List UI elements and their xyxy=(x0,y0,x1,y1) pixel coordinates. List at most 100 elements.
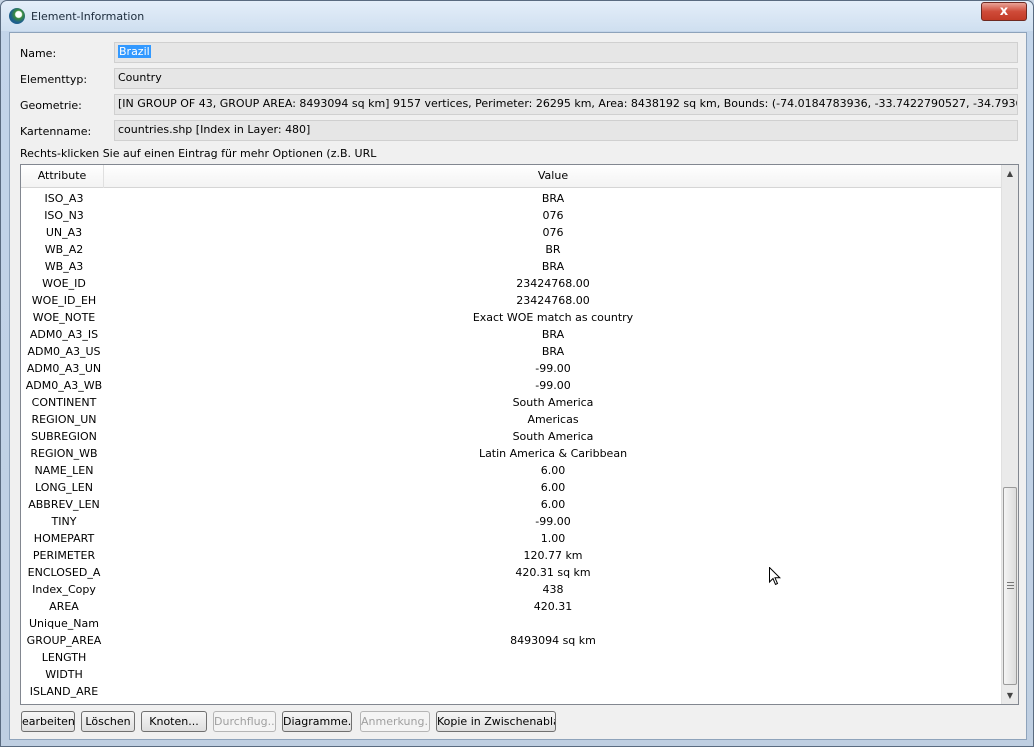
nodes-button[interactable]: Knoten... xyxy=(141,711,207,732)
attribute-cell: LENGTH xyxy=(41,651,87,664)
table-row[interactable]: ISO_N3 076 xyxy=(21,207,1001,224)
element-type-field[interactable]: Country xyxy=(114,68,1018,89)
delete-button[interactable]: Löschen xyxy=(81,711,135,732)
geometry-field[interactable]: [IN GROUP OF 43, GROUP AREA: 8493094 sq … xyxy=(114,94,1018,115)
map-name-label: Kartenname: xyxy=(20,125,92,138)
value-cell: BRA xyxy=(541,192,565,205)
attribute-cell: ADM0_A3_IS xyxy=(29,328,99,341)
attribute-cell: GROUP_AREA xyxy=(26,634,102,647)
table-row[interactable]: CONTINENT South America xyxy=(21,394,1001,411)
attribute-cell: CONTINENT xyxy=(31,396,97,409)
table-row[interactable]: HOMEPART 1.00 xyxy=(21,530,1001,547)
attribute-cell: WIDTH xyxy=(45,668,83,681)
table-header: Attribute Value xyxy=(21,165,1001,188)
close-glyph: x xyxy=(999,4,1009,19)
note-button[interactable]: Anmerkung... xyxy=(360,711,430,732)
attribute-cell: REGION_WB xyxy=(30,447,98,460)
value-cell: -99.00 xyxy=(535,379,571,392)
table-row[interactable]: ENCLOSED_A 420.31 sq km xyxy=(21,564,1001,581)
table-row[interactable]: ABBREV_LEN 6.00 xyxy=(21,496,1001,513)
scroll-down-arrow-icon[interactable]: ▼ xyxy=(1002,687,1018,704)
flythrough-button[interactable]: Durchflug... xyxy=(213,711,276,732)
table-row[interactable]: UN_A3 076 xyxy=(21,224,1001,241)
attribute-cell: PERIMETER xyxy=(32,549,96,562)
attribute-table[interactable]: Attribute Value ISO_A3 BRA ISO_N3 076 UN_A3 0… xyxy=(20,164,1019,705)
value-cell: South America xyxy=(512,396,594,409)
attribute-cell: ADM0_A3_WB xyxy=(25,379,103,392)
table-row[interactable]: NAME_LEN 6.00 xyxy=(21,462,1001,479)
value-cell: 23424768.00 xyxy=(516,294,590,307)
attribute-cell: ENCLOSED_A xyxy=(27,566,101,579)
table-row[interactable]: WOE_NOTE Exact WOE match as country xyxy=(21,309,1001,326)
table-row[interactable]: WB_A2 BR xyxy=(21,241,1001,258)
table-row[interactable]: Unique_Nam xyxy=(21,615,1001,632)
title-bar[interactable]: Element-Information x xyxy=(1,1,1033,31)
table-body: ISO_A3 BRA ISO_N3 076 UN_A3 076 WB_A2 BR WB_A3 BR… xyxy=(21,190,1001,700)
copy-to-clipboard-button[interactable]: Kopie in Zwischenablage xyxy=(436,711,556,732)
attribute-cell: ISO_A3 xyxy=(44,192,84,205)
element-type-label: Elementtyp: xyxy=(20,73,88,86)
scroll-up-arrow-icon[interactable]: ▲ xyxy=(1002,165,1018,182)
attribute-cell: WB_A3 xyxy=(44,260,84,273)
attribute-cell: LONG_LEN xyxy=(35,481,93,494)
name-label: Name: xyxy=(20,47,57,60)
table-row[interactable]: LENGTH xyxy=(21,649,1001,666)
value-column-header[interactable]: Value xyxy=(105,165,1001,188)
value-cell: 1.00 xyxy=(540,532,566,545)
value-cell: 120.77 km xyxy=(523,549,583,562)
edit-button[interactable]: earbeiten. xyxy=(21,711,75,732)
mouse-pointer-icon xyxy=(769,567,781,586)
table-row[interactable]: SUBREGION South America xyxy=(21,428,1001,445)
table-row[interactable]: WB_A3 BRA xyxy=(21,258,1001,275)
charts-button[interactable]: Diagramme... xyxy=(282,711,352,732)
value-cell: 6.00 xyxy=(540,498,566,511)
scrollbar-thumb[interactable] xyxy=(1003,487,1017,685)
geometry-label: Geometrie: xyxy=(20,99,82,112)
table-row[interactable]: WIDTH xyxy=(21,666,1001,683)
attribute-cell: WB_A2 xyxy=(44,243,84,256)
table-row[interactable]: ISLAND_ARE xyxy=(21,683,1001,700)
value-cell: Latin America & Caribbean xyxy=(478,447,628,460)
attribute-cell: REGION_UN xyxy=(31,413,97,426)
value-cell: 8493094 sq km xyxy=(510,634,596,647)
value-cell: Americas xyxy=(527,413,579,426)
table-row[interactable]: WOE_ID_EH 23424768.00 xyxy=(21,292,1001,309)
attribute-cell: TINY xyxy=(51,515,77,528)
close-icon[interactable]: x xyxy=(981,2,1027,21)
value-cell: -99.00 xyxy=(535,515,571,528)
value-cell: BR xyxy=(545,243,561,256)
table-row[interactable]: Index_Copy 438 xyxy=(21,581,1001,598)
attribute-cell: ISLAND_ARE xyxy=(29,685,99,698)
attribute-column-header[interactable]: Attribute xyxy=(21,165,104,188)
table-row[interactable]: ADM0_A3_WB -99.00 xyxy=(21,377,1001,394)
table-row[interactable]: PERIMETER 120.77 km xyxy=(21,547,1001,564)
window-title: Element-Information xyxy=(31,10,145,23)
table-row[interactable]: ADM0_A3_UN -99.00 xyxy=(21,360,1001,377)
table-row[interactable]: AREA 420.31 xyxy=(21,598,1001,615)
right-click-hint: Rechts-klicken Sie auf einen Eintrag für… xyxy=(20,147,377,160)
map-name-field[interactable]: countries.shp [Index in Layer: 480] xyxy=(114,120,1018,141)
attribute-cell: WOE_ID xyxy=(42,277,86,290)
table-row[interactable]: TINY -99.00 xyxy=(21,513,1001,530)
table-row[interactable]: ADM0_A3_IS BRA xyxy=(21,326,1001,343)
table-row[interactable]: GROUP_AREA 8493094 sq km xyxy=(21,632,1001,649)
element-information-window: Element-Information x Name: Brazil Eleme… xyxy=(0,0,1034,747)
value-cell: 420.31 xyxy=(533,600,573,613)
table-row[interactable]: ISO_A3 BRA xyxy=(21,190,1001,207)
attribute-cell: WOE_NOTE xyxy=(32,311,96,324)
value-cell: 6.00 xyxy=(540,481,566,494)
table-row[interactable]: ADM0_A3_US BRA xyxy=(21,343,1001,360)
name-field[interactable]: Brazil xyxy=(114,42,1018,63)
attribute-cell: ADM0_A3_UN xyxy=(26,362,102,375)
table-row[interactable]: REGION_UN Americas xyxy=(21,411,1001,428)
vertical-scrollbar[interactable]: ▲ ▼ xyxy=(1001,165,1018,704)
value-cell: BRA xyxy=(541,328,565,341)
value-cell: South America xyxy=(512,430,594,443)
attribute-cell: ISO_N3 xyxy=(44,209,84,222)
table-row[interactable]: WOE_ID 23424768.00 xyxy=(21,275,1001,292)
table-row[interactable]: REGION_WB Latin America & Caribbean xyxy=(21,445,1001,462)
attribute-cell: UN_A3 xyxy=(45,226,83,239)
attribute-cell: ABBREV_LEN xyxy=(28,498,100,511)
table-row[interactable]: LONG_LEN 6.00 xyxy=(21,479,1001,496)
value-cell: Exact WOE match as country xyxy=(472,311,634,324)
